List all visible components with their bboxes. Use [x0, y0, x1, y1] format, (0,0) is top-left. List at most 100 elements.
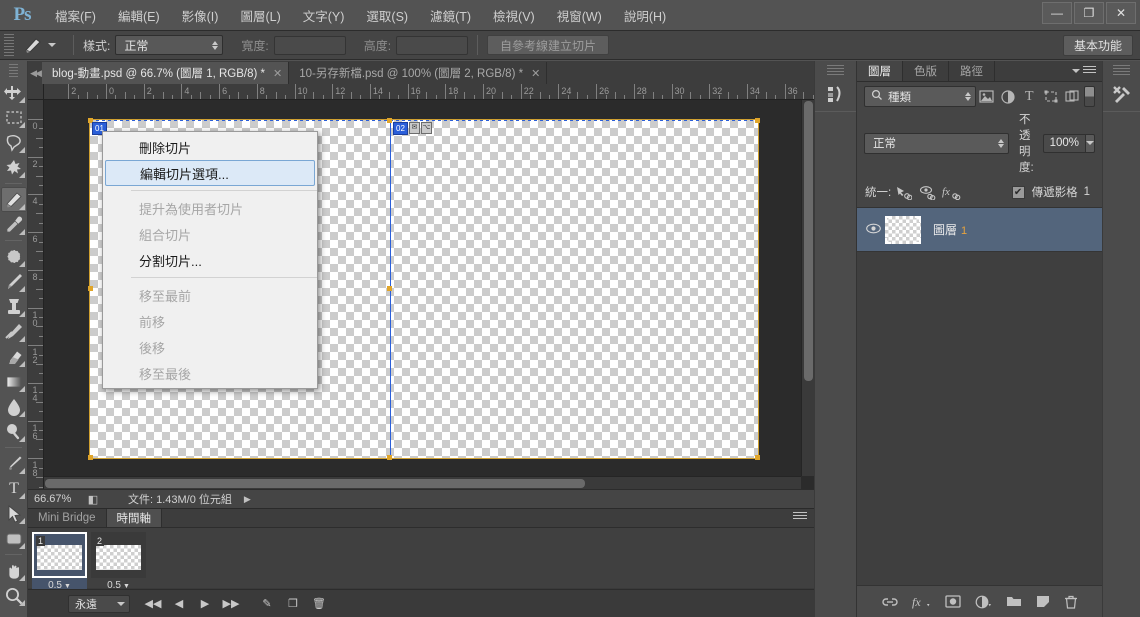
- tool-preset-chevron-icon[interactable]: [48, 43, 56, 47]
- blur-tool[interactable]: [1, 394, 27, 419]
- animation-frames-list[interactable]: 1 0.5 ▼ 2 0.5 ▼: [28, 528, 814, 591]
- status-menu-arrow-icon[interactable]: ▶: [244, 494, 251, 505]
- adjustment-layer-button[interactable]: [975, 595, 992, 609]
- menu-8[interactable]: 檢視(V): [482, 2, 546, 29]
- menu-3[interactable]: 影像(I): [171, 2, 230, 29]
- workspace-switcher-button[interactable]: 基本功能: [1062, 34, 1133, 56]
- slice-handle-mm[interactable]: [387, 286, 392, 291]
- slice-handle-tr[interactable]: [755, 118, 760, 123]
- width-input[interactable]: [273, 35, 346, 55]
- slice-handle-ml[interactable]: [88, 286, 93, 291]
- clone-stamp-tool[interactable]: [1, 294, 27, 319]
- propagate-frames-checkbox[interactable]: ✔: [1011, 185, 1025, 199]
- panel-tab-1[interactable]: 圖層: [857, 61, 903, 81]
- healing-brush-tool[interactable]: [1, 244, 27, 269]
- slice-context-menu[interactable]: 刪除切片 編輯切片選項... 提升為使用者切片 組合切片 分割切片... 移至最前 前移 後移…: [102, 131, 318, 389]
- layer-style-button[interactable]: fx: [912, 595, 931, 609]
- duplicate-frame-button[interactable]: ❐: [280, 593, 306, 615]
- document-tab-close-icon[interactable]: ✕: [531, 67, 540, 80]
- gradient-tool[interactable]: [1, 369, 27, 394]
- move-tool[interactable]: [1, 80, 27, 105]
- pen-tool[interactable]: [1, 451, 27, 476]
- maximize-button[interactable]: ❐: [1074, 2, 1104, 24]
- menu-4[interactable]: 圖層(L): [229, 2, 291, 29]
- previous-frame-button[interactable]: ◀: [166, 593, 192, 615]
- blend-mode-select[interactable]: 正常: [864, 132, 1009, 154]
- layers-panel-menu-icon[interactable]: [1072, 66, 1096, 75]
- select-first-frame-button[interactable]: ◀◀: [140, 593, 166, 615]
- layer-visibility-icon[interactable]: [861, 223, 885, 237]
- right-dock-grip[interactable]: [1113, 65, 1130, 77]
- slice-handle-bl[interactable]: [88, 455, 93, 460]
- delete-frame-button[interactable]: 🗑: [306, 593, 332, 615]
- horizontal-ruler[interactable]: 2 0 2 4 6 8 10 12 14 16 18 20 22 24 26 28 30 32 34 36: [44, 84, 814, 100]
- ruler-corner[interactable]: [28, 84, 44, 100]
- brush-tool[interactable]: [1, 269, 27, 294]
- animation-frame[interactable]: 2 0.5 ▼: [91, 532, 146, 591]
- context-menu-item[interactable]: 刪除切片: [103, 134, 317, 160]
- smart-object-filter-icon[interactable]: [1061, 86, 1082, 107]
- document-tab-close-icon[interactable]: ✕: [273, 67, 282, 80]
- opacity-slider-button[interactable]: [1086, 133, 1095, 153]
- filter-type-select[interactable]: 種類: [864, 86, 976, 107]
- minimize-button[interactable]: —: [1042, 2, 1072, 24]
- tween-frames-button[interactable]: ✎: [254, 593, 280, 615]
- close-button[interactable]: ✕: [1106, 2, 1136, 24]
- style-select[interactable]: 正常: [115, 35, 224, 55]
- menu-9[interactable]: 視窗(W): [546, 2, 613, 29]
- history-actions-icon[interactable]: [815, 79, 857, 109]
- slice-badge-02[interactable]: 02 ✉ ⌥: [393, 121, 432, 135]
- slices-from-guides-button[interactable]: 自參考線建立切片: [487, 35, 610, 55]
- tools-presets-icon[interactable]: [1103, 79, 1140, 109]
- options-bar-grip[interactable]: [4, 34, 14, 56]
- document-tab-1[interactable]: blog-動畫.psd @ 66.7% (圖層 1, RGB/8) * ✕: [42, 62, 290, 84]
- scrollbar-thumb[interactable]: [45, 479, 585, 488]
- shape-filter-icon[interactable]: [1040, 86, 1061, 107]
- zoom-tool[interactable]: [1, 583, 27, 608]
- delete-layer-button[interactable]: [1064, 595, 1078, 609]
- opacity-input[interactable]: 100%: [1042, 133, 1086, 153]
- unify-visibility-icon[interactable]: [915, 182, 939, 202]
- tab-scroll-left-icon[interactable]: ◀◀: [28, 68, 42, 84]
- timeline-panel-menu-icon[interactable]: [793, 512, 807, 523]
- document-tab-2[interactable]: 10-另存新檔.psd @ 100% (圖層 2, RGB/8) * ✕: [289, 62, 548, 84]
- slice-tool-preview-icon[interactable]: [20, 34, 46, 56]
- dock-grip[interactable]: [827, 65, 844, 77]
- timeline-tab-1[interactable]: Mini Bridge: [28, 509, 107, 527]
- frame-thumbnail[interactable]: 1: [32, 532, 87, 578]
- context-menu-item[interactable]: 編輯切片選項...: [105, 160, 315, 186]
- dodge-tool[interactable]: [1, 419, 27, 444]
- timeline-tab-2[interactable]: 時間軸: [106, 509, 163, 527]
- canvas-horizontal-scrollbar[interactable]: [44, 476, 801, 489]
- vertical-ruler[interactable]: 024681 01 21 41 61 8: [28, 100, 44, 489]
- lasso-tool[interactable]: [1, 130, 27, 155]
- layer-row[interactable]: 圖層 1: [857, 208, 1102, 252]
- magic-wand-tool[interactable]: [1, 155, 27, 180]
- layer-thumbnail[interactable]: [885, 215, 921, 244]
- slice-tool[interactable]: [1, 187, 27, 212]
- height-input[interactable]: [396, 35, 469, 55]
- zoom-level-input[interactable]: 66.67%: [28, 493, 82, 505]
- next-frame-button[interactable]: ▶▶: [218, 593, 244, 615]
- new-group-button[interactable]: [1006, 595, 1022, 608]
- context-menu-item[interactable]: 分割切片...: [103, 247, 317, 273]
- slice-handle-br[interactable]: [755, 455, 760, 460]
- menu-6[interactable]: 選取(S): [355, 2, 419, 29]
- slice-handle-tm[interactable]: [387, 118, 392, 123]
- panel-tab-2[interactable]: 色版: [903, 61, 949, 81]
- unify-style-icon[interactable]: fx: [939, 182, 963, 202]
- filter-enable-toggle[interactable]: [1084, 86, 1095, 107]
- history-brush-tool[interactable]: [1, 319, 27, 344]
- unify-position-icon[interactable]: [891, 182, 915, 202]
- slice-handle-bm[interactable]: [387, 455, 392, 460]
- path-selection-tool[interactable]: [1, 501, 27, 526]
- document-preview-icon[interactable]: ◧: [82, 493, 104, 506]
- frame-thumbnail[interactable]: 2: [91, 532, 146, 578]
- eraser-tool[interactable]: [1, 344, 27, 369]
- rectangle-tool[interactable]: [1, 526, 27, 551]
- loop-option-select[interactable]: 永遠: [68, 594, 130, 613]
- marquee-tool[interactable]: [1, 105, 27, 130]
- link-layers-button[interactable]: [881, 596, 898, 608]
- menu-7[interactable]: 濾鏡(T): [419, 2, 482, 29]
- eyedropper-tool[interactable]: [1, 212, 27, 237]
